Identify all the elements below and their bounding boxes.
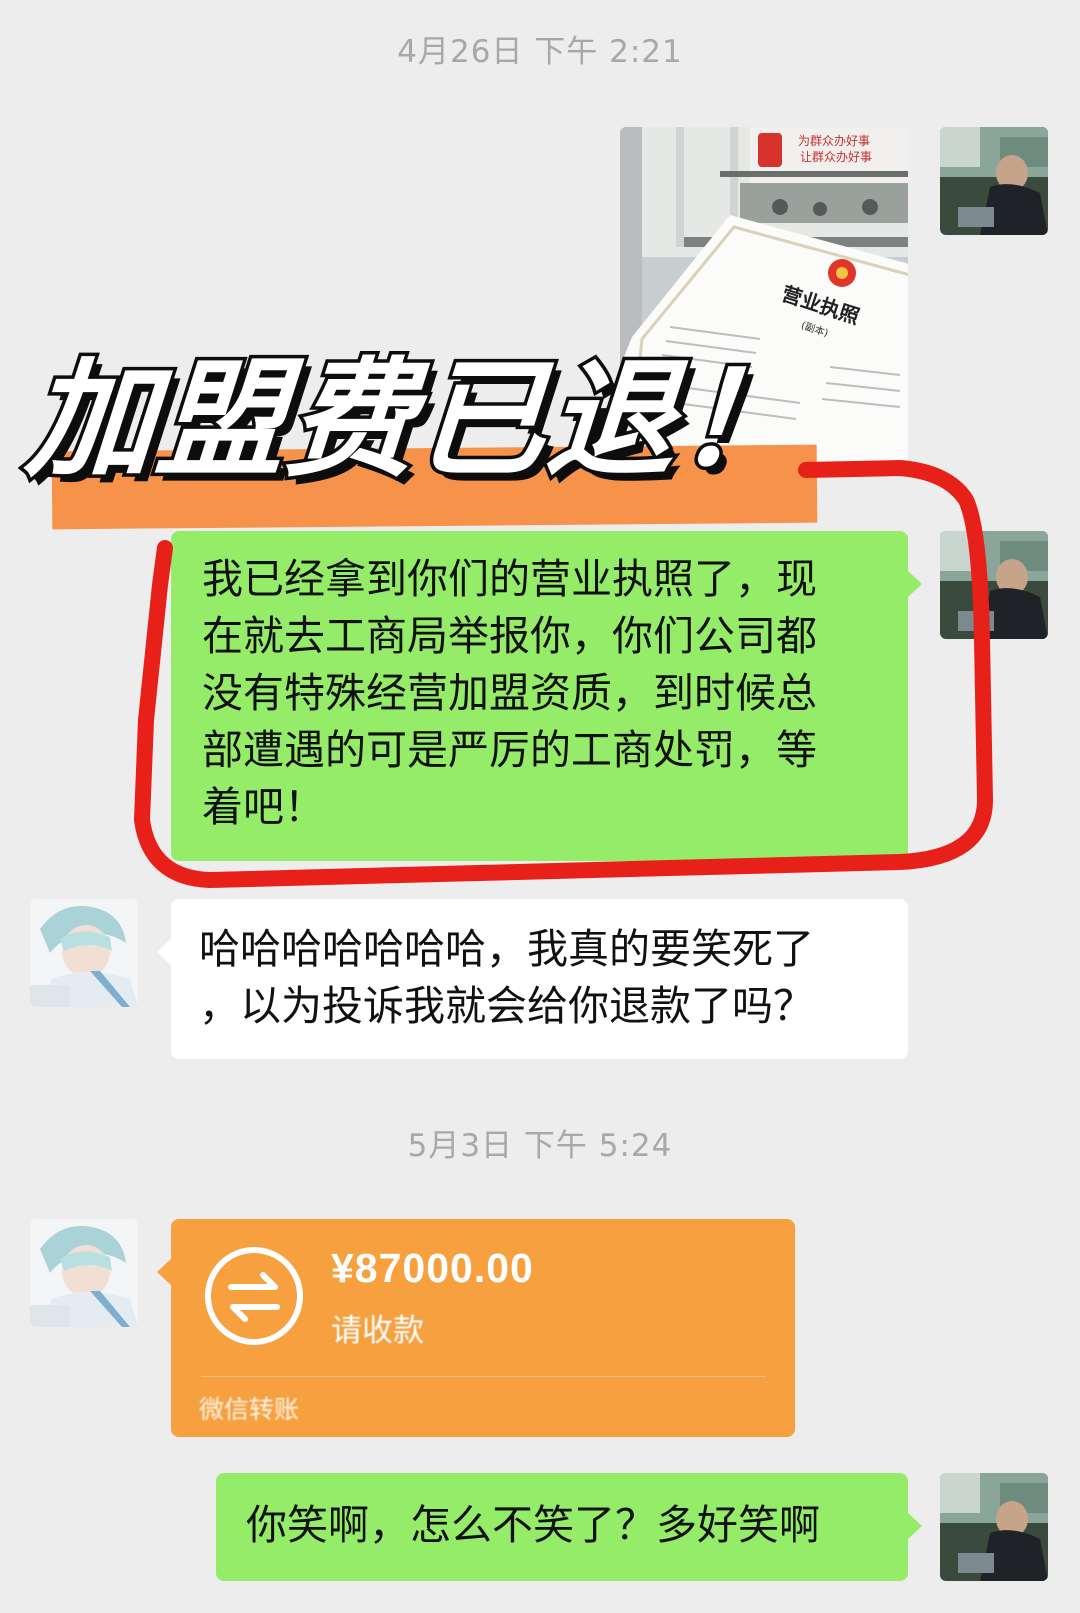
avatar-photo <box>30 1219 138 1327</box>
transfer-footer: 微信转账 <box>199 1395 300 1424</box>
bubble-tail <box>908 1513 922 1539</box>
transfer-card[interactable]: ¥87000.00 请收款 微信转账 <box>157 1219 795 1437</box>
message-line: 哈哈哈哈哈哈哈，我真的要笑死了 <box>199 925 814 973</box>
transfer-arrows-icon <box>203 1245 305 1347</box>
avatar-photo <box>940 1473 1048 1581</box>
my-avatar[interactable] <box>940 1473 1048 1581</box>
contact-avatar[interactable] <box>30 899 138 1007</box>
contact-avatar[interactable] <box>30 1219 138 1327</box>
transfer-amount: ¥87000.00 <box>331 1245 534 1291</box>
message-bubble[interactable]: 你笑啊，怎么不笑了？多好笑啊 <box>216 1473 922 1581</box>
timestamp: 5月3日 下午 5:24 <box>407 1128 673 1164</box>
bubble-tail <box>157 939 171 965</box>
avatar-photo <box>30 899 138 1007</box>
wechat-chat-screen: { "chat": { "timestamp_1": "4月26日 下午 2:2… <box>0 0 1080 1613</box>
bubble-tail <box>157 1259 171 1285</box>
divider <box>201 1376 765 1377</box>
message-line: ，以为投诉我就会给你退款了吗？ <box>199 982 814 1030</box>
message-bubble[interactable]: 哈哈哈哈哈哈哈，我真的要笑死了 ，以为投诉我就会给你退款了吗？ <box>157 899 908 1059</box>
transfer-status: 请收款 <box>331 1313 424 1349</box>
message-line: 你笑啊，怎么不笑了？多好笑啊 <box>246 1501 820 1549</box>
